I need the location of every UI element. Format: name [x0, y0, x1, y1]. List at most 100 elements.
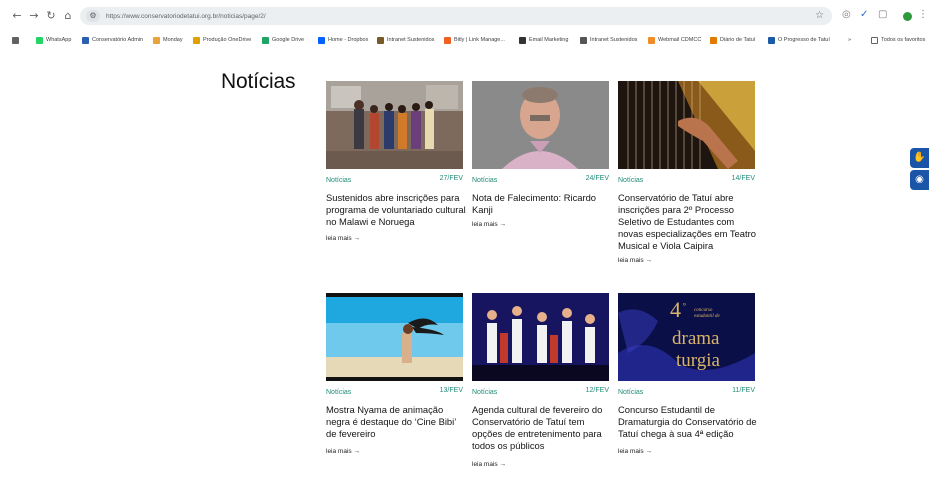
news-date: 13/FEV: [439, 387, 463, 394]
bookmark-label: Monday: [163, 37, 183, 43]
site-info-icon[interactable]: ⚙: [86, 10, 100, 22]
news-title-link[interactable]: Sustenidos abre inscrições para programa…: [326, 192, 468, 228]
bookmark-favicon-icon: [768, 36, 775, 44]
bookmark-item[interactable]: Conservatório Admin: [82, 35, 143, 45]
poster-ordinal: º: [683, 301, 686, 311]
news-meta: Notícias 27/FEV: [326, 175, 463, 187]
bookmark-favicon-icon: [444, 36, 451, 44]
poster-line2: estudantil de: [694, 314, 720, 319]
bookmarks-more-button[interactable]: »: [848, 35, 851, 45]
bookmarks-bar: WhatsApp Conservatório Admin Monday Produçã…: [0, 31, 929, 48]
bookmark-favicon-icon: [82, 36, 89, 44]
bookmark-item[interactable]: Monday: [153, 35, 183, 45]
poster-text: 4 º concurso estudantil de drama turgia: [670, 299, 755, 381]
page-title: Notícias: [221, 70, 296, 93]
news-thumbnail[interactable]: [472, 81, 609, 169]
news-category-link[interactable]: Notícias: [326, 177, 351, 184]
bookmark-item[interactable]: Home - Dropbox: [318, 35, 368, 45]
forward-icon[interactable]: →: [28, 10, 40, 22]
news-category-link[interactable]: Notícias: [472, 389, 497, 396]
hand-icon: ✋: [913, 152, 926, 163]
read-more-link[interactable]: leia mais →: [618, 448, 652, 455]
news-category-link[interactable]: Notícias: [326, 389, 351, 396]
read-more-link[interactable]: leia mais →: [326, 448, 360, 455]
bookmark-label: Email Marketing: [529, 37, 569, 43]
news-title-link[interactable]: Concurso Estudantil de Dramaturgia do Co…: [618, 404, 760, 440]
bookmark-label: Conservatório Admin: [92, 37, 144, 43]
bookmark-item[interactable]: Intranet Sustenidos: [580, 35, 637, 45]
apps-grid-icon[interactable]: [12, 35, 22, 45]
bookmark-item[interactable]: Intranet Sustenidos: [377, 35, 434, 45]
news-thumbnail[interactable]: [326, 81, 463, 169]
profile-avatar[interactable]: [903, 12, 912, 21]
bookmark-item[interactable]: Bitly | Link Manage...: [444, 35, 505, 45]
news-title-link[interactable]: Conservatório de Tatuí abre inscrições p…: [618, 192, 760, 252]
news-title-link[interactable]: Mostra Nyama de animação negra é destaqu…: [326, 404, 468, 440]
bookmark-item[interactable]: Produção OneDrive: [193, 35, 251, 45]
poster-word2: turgia: [676, 350, 720, 371]
read-more-link[interactable]: leia mais →: [472, 221, 506, 228]
address-bar[interactable]: ⚙ https://www.conservatoriodetatui.org.b…: [80, 7, 832, 25]
check-extension-icon[interactable]: ✓: [860, 9, 868, 21]
folder-icon: [871, 36, 878, 44]
news-meta: Notícias 12/FEV: [472, 387, 609, 399]
news-date: 24/FEV: [585, 175, 609, 182]
menu-kebab-icon[interactable]: ⋮: [918, 9, 928, 21]
bookmark-favicon-icon: [648, 36, 655, 44]
bookmark-item[interactable]: Email Marketing: [519, 35, 568, 45]
news-date: 14/FEV: [731, 175, 755, 182]
bookmark-item[interactable]: Google Drive: [262, 35, 304, 45]
bookmark-item[interactable]: O Progresso de Tatuí: [768, 35, 830, 45]
poster-line1: concurso: [694, 308, 713, 313]
news-title-link[interactable]: Nota de Falecimento: Ricardo Kanji: [472, 192, 614, 216]
bookmark-label: Intranet Sustenidos: [590, 37, 638, 43]
bookmark-label: Diário de Tatuí: [720, 37, 756, 43]
address-url[interactable]: https://www.conservatoriodetatui.org.br/…: [106, 13, 266, 20]
news-meta: Notícias 14/FEV: [618, 175, 755, 187]
accessibility-view-button[interactable]: ◉: [910, 170, 929, 190]
home-icon[interactable]: ⌂: [62, 10, 74, 22]
reload-icon[interactable]: ↻: [45, 10, 57, 22]
puzzle-icon[interactable]: ▢: [878, 9, 887, 21]
news-category-link[interactable]: Notícias: [618, 389, 643, 396]
bookmark-label: Webmail CDMCC: [658, 37, 702, 43]
read-more-link[interactable]: leia mais →: [472, 461, 506, 468]
bookmark-favicon-icon: [377, 36, 384, 44]
bookmark-label: Bitly | Link Manage...: [454, 37, 505, 43]
news-date: 11/FEV: [732, 387, 755, 394]
bookmark-label: Home - Dropbox: [328, 37, 369, 43]
read-more-link[interactable]: leia mais →: [618, 257, 652, 264]
news-thumbnail[interactable]: [326, 293, 463, 381]
bookmark-item[interactable]: Diário de Tatuí: [710, 35, 755, 45]
bookmark-favicon-icon: [36, 36, 43, 44]
news-thumbnail[interactable]: [472, 293, 609, 381]
poster-word1: drama: [672, 328, 720, 349]
bookmark-item[interactable]: WhatsApp: [36, 35, 71, 45]
bookmark-item[interactable]: Webmail CDMCC: [648, 35, 701, 45]
poster-number: 4: [670, 297, 681, 322]
news-category-link[interactable]: Notícias: [618, 177, 643, 184]
news-thumbnail[interactable]: [618, 81, 755, 169]
news-title-link[interactable]: Agenda cultural de fevereiro do Conserva…: [472, 404, 614, 452]
sign-language-button[interactable]: ✋: [910, 148, 929, 168]
read-more-link[interactable]: leia mais →: [326, 235, 360, 242]
news-meta: Notícias 13/FEV: [326, 387, 463, 399]
bookmark-favicon-icon: [193, 36, 200, 44]
bookmark-label: Produção OneDrive: [203, 37, 252, 43]
news-date: 27/FEV: [439, 175, 463, 182]
bookmark-label: WhatsApp: [46, 37, 72, 43]
back-icon[interactable]: ←: [11, 10, 23, 22]
bookmark-label: Google Drive: [272, 37, 305, 43]
bookmark-label: O Progresso de Tatuí: [778, 37, 830, 43]
bookmark-favicon-icon: [318, 36, 325, 44]
extension-icon[interactable]: ◎: [842, 9, 851, 21]
bookmark-label: Intranet Sustenidos: [387, 37, 435, 43]
bookmark-favicon-icon: [519, 36, 526, 44]
news-category-link[interactable]: Notícias: [472, 177, 497, 184]
browser-toolbar: ← → ↻ ⌂ ⚙ https://www.conservatoriodetat…: [0, 0, 929, 31]
all-bookmarks-folder[interactable]: Todos os favoritos: [871, 35, 925, 45]
bookmark-star-icon[interactable]: ☆: [815, 10, 824, 21]
bookmark-favicon-icon: [710, 36, 717, 44]
eye-icon: ◉: [915, 174, 924, 185]
news-thumbnail[interactable]: 4 º concurso estudantil de drama turgia: [618, 293, 755, 381]
